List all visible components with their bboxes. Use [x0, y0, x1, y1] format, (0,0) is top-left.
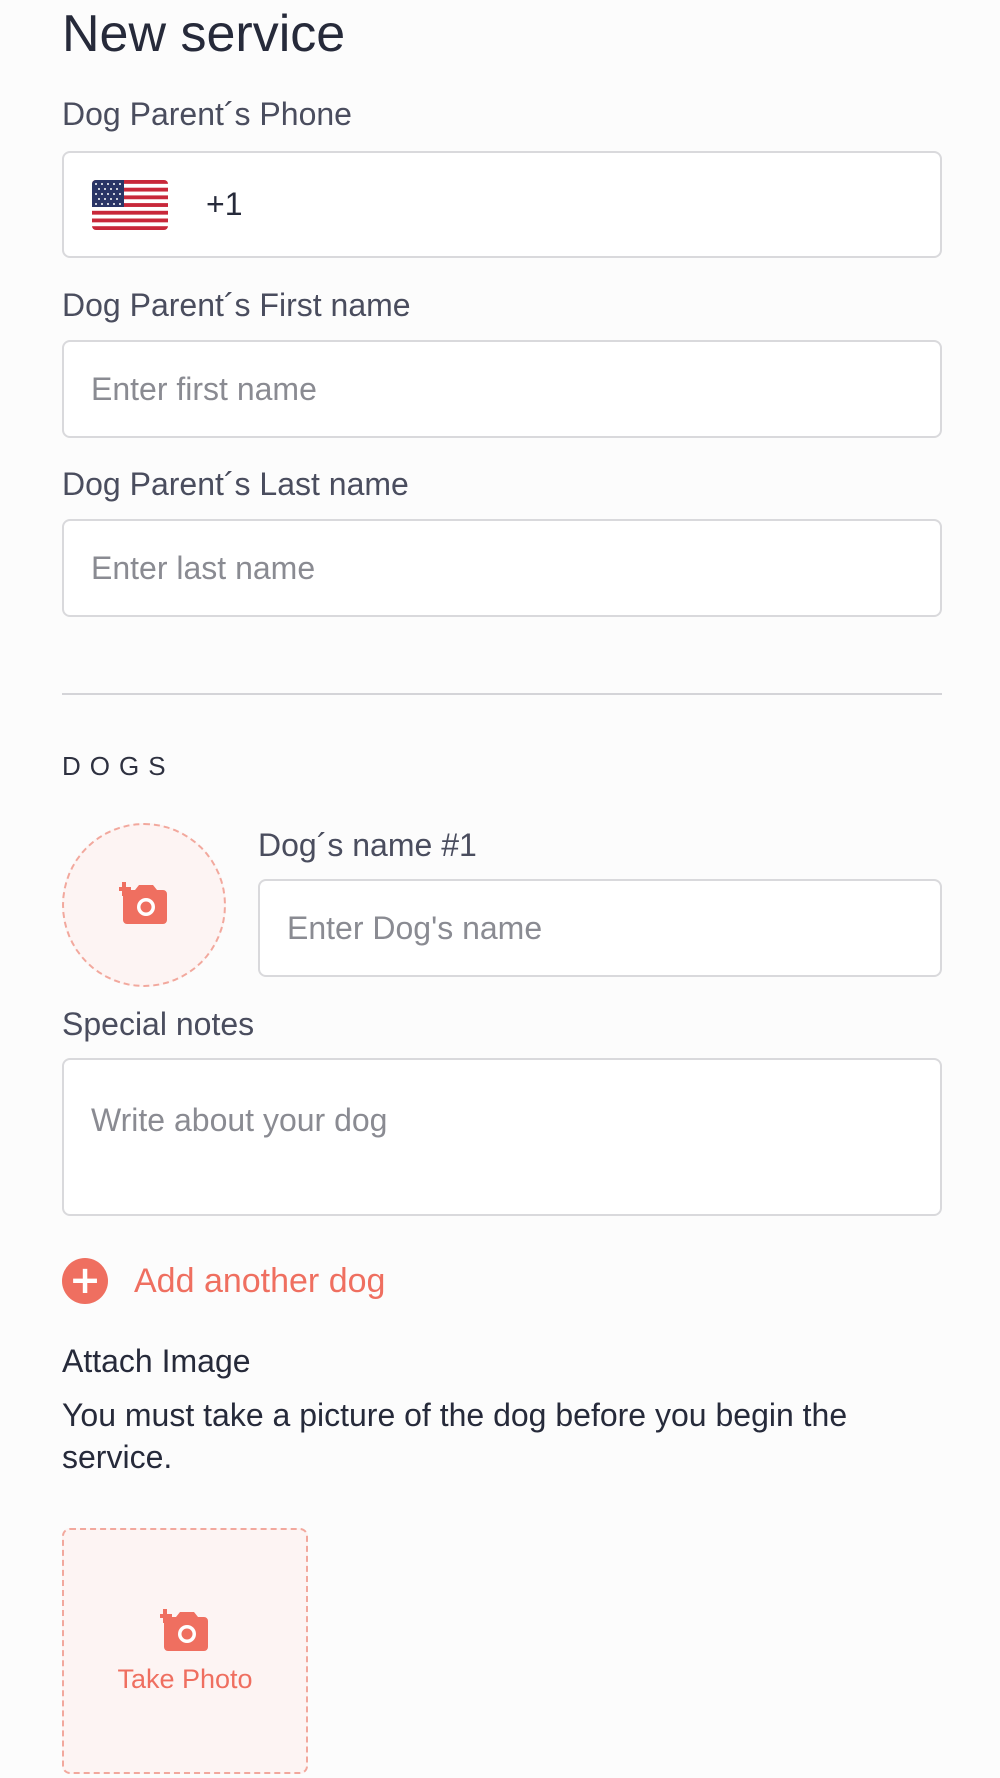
dogs-section-title: DOGS [62, 751, 175, 781]
us-flag-icon[interactable] [92, 179, 168, 230]
add-photo-icon [158, 1607, 210, 1658]
phone-input[interactable]: +1 [62, 151, 942, 258]
add-photo-icon [117, 880, 169, 931]
attach-image-description: You must take a picture of the dog befor… [62, 1397, 848, 1475]
phone-label: Dog Parent´s Phone [62, 96, 352, 132]
attach-image-title: Attach Image [62, 1343, 251, 1379]
page-title: New service [62, 5, 346, 63]
new-service-page: New service Dog Parent´s Phone +1 Dog Pa… [0, 0, 1000, 1778]
special-notes-placeholder: Write about your dog [91, 1102, 388, 1138]
last-name-label: Dog Parent´s Last name [62, 466, 409, 502]
dog-name-label: Dog´s name #1 [258, 827, 477, 863]
dog-name-field[interactable]: Enter Dog's name [258, 879, 942, 977]
special-notes-field[interactable]: Write about your dog [62, 1058, 942, 1216]
dog-name-placeholder: Enter Dog's name [287, 909, 543, 946]
dog-avatar-upload[interactable] [62, 823, 226, 987]
last-name-field[interactable]: Enter last name [62, 519, 942, 617]
special-notes-label: Special notes [62, 1006, 255, 1042]
first-name-label: Dog Parent´s First name [62, 287, 411, 323]
last-name-placeholder: Enter last name [91, 549, 316, 586]
first-name-field[interactable]: Enter first name [62, 340, 942, 438]
add-another-dog-label: Add another dog [134, 1261, 386, 1300]
first-name-placeholder: Enter first name [91, 370, 317, 407]
section-divider [62, 693, 942, 695]
take-photo-label: Take Photo [117, 1664, 253, 1694]
take-photo-button[interactable]: Take Photo [62, 1528, 308, 1774]
phone-country-code: +1 [206, 186, 243, 222]
add-another-dog-button[interactable]: + Add another dog [62, 1258, 385, 1304]
plus-circle-icon: + [62, 1258, 108, 1304]
